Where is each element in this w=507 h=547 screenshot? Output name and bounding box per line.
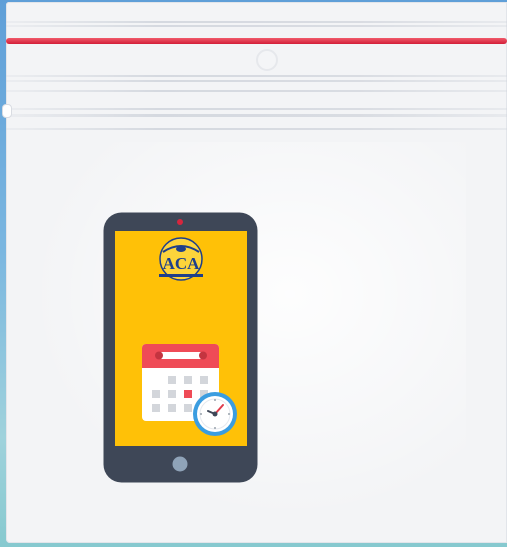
- seal-line: [6, 80, 507, 82]
- seal-line: [6, 90, 507, 92]
- seal-line: [6, 128, 507, 130]
- phone-icon: ACA: [103, 212, 258, 483]
- logo-text: ACA: [163, 254, 201, 273]
- seal-line: [6, 75, 507, 77]
- phone-home-button: [172, 456, 188, 472]
- seal-line: [6, 21, 507, 23]
- seal-line: [6, 25, 507, 27]
- clock-icon: [193, 392, 237, 436]
- phone-camera: [177, 219, 183, 225]
- hang-hole: [256, 49, 278, 71]
- zip-seal-stripe: [6, 38, 507, 44]
- zipper-pull: [2, 104, 12, 118]
- zipper-track: [6, 108, 507, 110]
- zipper-track: [6, 114, 507, 117]
- calendar-highlight-day: [184, 390, 192, 398]
- aca-logo: ACA: [159, 237, 203, 281]
